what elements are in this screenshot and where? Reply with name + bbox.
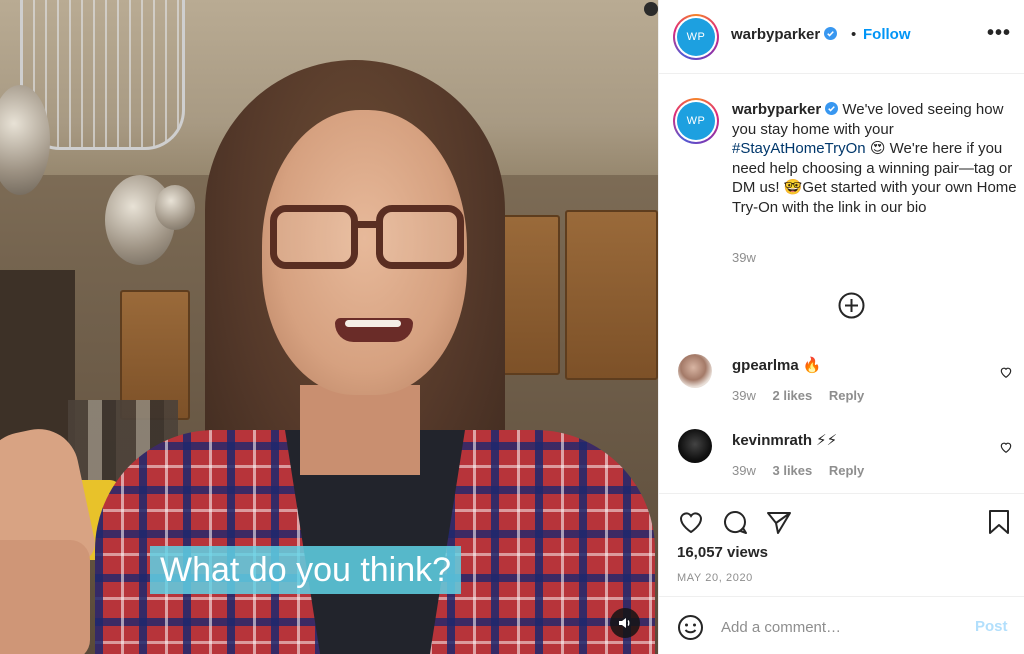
- header-username[interactable]: warbyparker: [731, 26, 838, 43]
- comment-meta: 39w 2 likes Reply: [732, 388, 877, 403]
- emoji-smiley-icon[interactable]: [677, 614, 704, 641]
- post-actions: 16,057 views MAY 20, 2020: [659, 493, 1024, 596]
- post-header: WP warbyparker • Follow •••: [659, 0, 1024, 74]
- commenter-avatar[interactable]: [678, 429, 712, 463]
- video-pot: [155, 185, 195, 230]
- post-date[interactable]: MAY 20, 2020: [677, 572, 753, 584]
- save-bookmark-icon[interactable]: [985, 508, 1013, 536]
- comment-username[interactable]: gpearlma 🔥: [732, 356, 821, 374]
- caption-username[interactable]: warbyparker: [732, 101, 821, 118]
- video-person-glasses: [270, 205, 465, 275]
- comment-username-text: gpearlma: [732, 357, 799, 374]
- video-player[interactable]: What do you think?: [0, 0, 658, 654]
- video-person-neck: [300, 385, 420, 475]
- video-person-arm: [0, 540, 90, 654]
- comment-likes[interactable]: 3 likes: [772, 463, 812, 478]
- heart-icon[interactable]: [999, 365, 1013, 379]
- comment-reply-button[interactable]: Reply: [829, 388, 864, 403]
- plus-circle-icon[interactable]: [838, 292, 865, 319]
- avatar-initials: WP: [677, 102, 715, 140]
- more-options-button[interactable]: •••: [987, 22, 1011, 45]
- caption-emoji-nerd: 🤓: [783, 179, 803, 196]
- verified-badge-icon: [824, 27, 838, 40]
- video-background-cabinet: [565, 210, 658, 380]
- comment-composer: Post: [659, 596, 1024, 654]
- caption-hashtag[interactable]: #StayAtHomeTryOn: [732, 140, 866, 157]
- comment-text: ⚡⚡: [816, 432, 838, 449]
- video-caption: What do you think?: [150, 546, 462, 594]
- caption-emoji-heart-eyes: 😍: [869, 140, 886, 157]
- comment-meta: 39w 3 likes Reply: [732, 463, 877, 478]
- header-separator: •: [851, 26, 857, 43]
- header-username-text: warbyparker: [731, 26, 821, 43]
- caption-text: warbyparker We've loved seeing how you s…: [732, 100, 1017, 217]
- post-comment-button[interactable]: Post: [975, 618, 1008, 635]
- comment-time[interactable]: 39w: [732, 463, 756, 478]
- mute-button[interactable]: [610, 608, 640, 638]
- view-count[interactable]: 16,057 views: [677, 544, 768, 561]
- profile-avatar[interactable]: WP: [673, 14, 719, 60]
- avatar-initials: WP: [677, 18, 715, 56]
- comment-likes[interactable]: 2 likes: [772, 388, 812, 403]
- comment-text: 🔥: [802, 357, 822, 374]
- commenter-avatar[interactable]: [678, 354, 712, 388]
- verified-badge-icon: [825, 102, 839, 115]
- comment-input[interactable]: [721, 615, 961, 639]
- comment-item: gpearlma 🔥 39w 2 likes Reply: [659, 354, 1024, 414]
- caption-avatar[interactable]: WP: [673, 98, 719, 144]
- heart-icon[interactable]: [999, 440, 1013, 454]
- comment-item: kevinmrath ⚡⚡ 39w 3 likes Reply: [659, 429, 1024, 489]
- speaker-icon: [619, 618, 630, 628]
- post-side-panel: WP warbyparker • Follow ••• WP warbypark…: [658, 0, 1024, 654]
- caption-timestamp[interactable]: 39w: [732, 250, 756, 265]
- like-heart-icon[interactable]: [677, 508, 705, 536]
- follow-button[interactable]: Follow: [863, 26, 911, 43]
- comment-username[interactable]: kevinmrath ⚡⚡: [732, 431, 837, 449]
- video-edge-indicator: [644, 2, 658, 16]
- comment-time[interactable]: 39w: [732, 388, 756, 403]
- video-person-mouth: [335, 318, 413, 342]
- comment-username-text: kevinmrath: [732, 432, 813, 449]
- share-paper-plane-icon[interactable]: [765, 508, 793, 536]
- comment-reply-button[interactable]: Reply: [829, 463, 864, 478]
- comment-bubble-icon[interactable]: [721, 508, 749, 536]
